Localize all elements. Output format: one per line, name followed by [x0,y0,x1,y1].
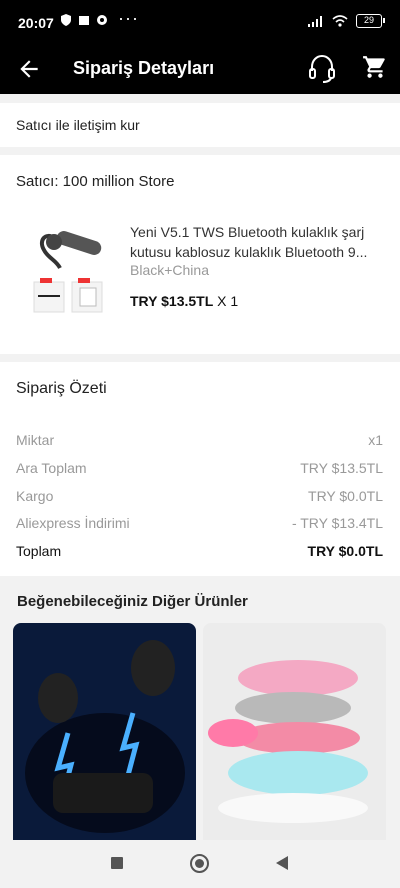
home-icon[interactable] [190,854,209,873]
page-title: Sipariş Detayları [73,58,215,78]
shield-icon [61,14,71,26]
summary-value: TRY $0.0TL [307,543,383,559]
system-icons: 29 [308,14,385,28]
order-summary-card: Sipariş Özeti Miktar x1 Ara Toplam TRY $… [0,362,400,576]
product-thumbnail[interactable] [26,220,120,328]
contact-seller-label: Satıcı ile iletişim kur [16,117,140,133]
back-triangle-icon[interactable] [276,856,288,870]
product-title[interactable]: Yeni V5.1 TWS Bluetooth kulaklık şarj ku… [130,222,385,262]
summary-row-quantity: Miktar x1 [16,432,383,448]
product-quantity: X 1 [217,293,239,309]
gear-icon [97,15,107,25]
order-summary-title: Sipariş Özeti [16,380,107,397]
system-navigation-bar [0,840,400,888]
cart-icon[interactable] [362,54,388,80]
product-price: TRY $13.5TL [130,293,214,309]
recommended-product-headband-image[interactable] [203,623,386,840]
summary-label: Toplam [16,543,62,559]
product-title-line-1: Yeni V5.1 TWS Bluetooth kulaklık şarj [130,224,365,240]
summary-value: x1 [368,432,383,448]
product-price-row: TRY $13.5TL X 1 [130,293,238,309]
support-headset-icon[interactable] [308,54,336,84]
summary-label: Miktar [16,432,55,448]
product-variant: Black+China [130,262,209,278]
status-time: 20:07 [18,15,54,31]
battery-icon: 29 [356,14,385,28]
seller-name[interactable]: Satıcı: 100 million Store [16,173,174,190]
seller-product-card: Satıcı: 100 million Store Yeni V5.1 TWS … [0,155,400,354]
box-icon [79,16,89,25]
status-bar: 20:07 ··· 29 [0,0,400,46]
summary-value: TRY $13.5TL [300,460,383,476]
app-bar: Sipariş Detayları [0,46,400,94]
back-arrow-icon[interactable] [16,56,42,82]
summary-row-discount: Aliexpress İndirimi - TRY $13.4TL [16,515,383,531]
notification-icons [60,14,108,26]
summary-value: - TRY $13.4TL [291,515,383,531]
recommendations-section: Beğenebileceğiniz Diğer Ürünler [0,576,400,840]
summary-row-total: Toplam TRY $0.0TL [16,543,383,559]
product-title-line-2: kutusu kablosuz kulaklık Bluetooth 9... [130,244,368,260]
summary-label: Kargo [16,488,54,504]
recommended-product-earbuds-image[interactable] [13,623,196,840]
summary-row-subtotal: Ara Toplam TRY $13.5TL [16,460,383,476]
recents-icon[interactable] [111,857,123,869]
summary-label: Aliexpress İndirimi [16,515,130,531]
signal-icon [308,16,322,27]
more-notifications-icon: ··· [118,8,139,28]
recommendations-title: Beğenebileceğiniz Diğer Ürünler [17,593,248,610]
summary-row-shipping: Kargo TRY $0.0TL [16,488,383,504]
wifi-icon [332,15,348,27]
summary-label: Ara Toplam [16,460,87,476]
summary-value: TRY $0.0TL [308,488,383,504]
contact-seller-row[interactable]: Satıcı ile iletişim kur [0,103,400,147]
